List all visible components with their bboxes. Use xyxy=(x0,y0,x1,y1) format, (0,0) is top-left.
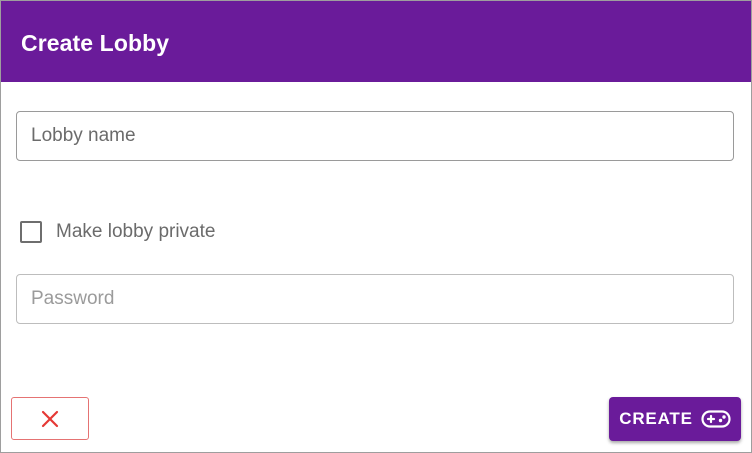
create-button[interactable]: CREATE xyxy=(609,397,741,441)
password-input[interactable] xyxy=(31,275,721,323)
private-lobby-checkbox[interactable] xyxy=(20,221,42,243)
private-lobby-label[interactable]: Make lobby private xyxy=(56,218,215,246)
private-lobby-row[interactable]: Make lobby private xyxy=(20,218,215,246)
cancel-button[interactable] xyxy=(11,397,89,440)
gamepad-icon xyxy=(701,409,731,429)
dialog-header: Create Lobby xyxy=(1,1,751,82)
create-button-label: CREATE xyxy=(619,409,693,428)
password-field[interactable] xyxy=(16,274,734,324)
lobby-name-input[interactable] xyxy=(31,112,721,160)
create-lobby-dialog: Create Lobby Make lobby private CREATE xyxy=(0,0,752,453)
dialog-title: Create Lobby xyxy=(21,30,170,56)
lobby-name-field[interactable] xyxy=(16,111,734,161)
close-icon xyxy=(40,409,60,429)
